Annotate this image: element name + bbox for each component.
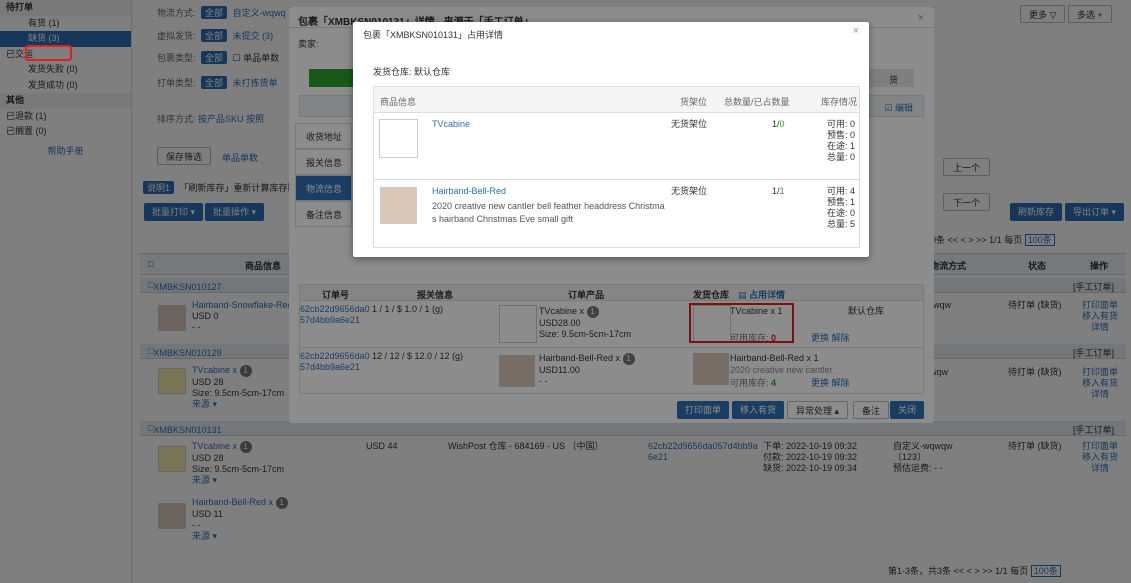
- product-image: [379, 119, 418, 158]
- presale: 预售: 1: [826, 197, 855, 207]
- col-qty: 总数量/已占数量: [724, 97, 790, 107]
- shelf: 无货架位: [671, 186, 708, 196]
- product-desc: s hairband Christmas Eve small gift: [432, 214, 574, 224]
- product-image: [380, 187, 417, 224]
- stock-info: 可用: 0 预售: 0 在途: 1 总量: 0: [822, 119, 855, 163]
- occupy-row: TVcabine 无货架位 1/0 可用: 0 预售: 0 在途: 1 总量: …: [374, 114, 859, 180]
- shelf: 无货架位: [671, 119, 708, 129]
- qty: 1/1: [772, 186, 785, 196]
- total: 总量: 5: [826, 219, 855, 229]
- available: 可用: 0: [826, 119, 855, 129]
- warehouse-label: 发货仓库: 默认仓库: [373, 67, 451, 77]
- occupy-table: 商品信息 货架位 总数量/已占数量 库存情况 TVcabine 无货架位 1/0…: [373, 86, 860, 248]
- stock-info: 可用: 4 预售: 1 在途: 0 总量: 5: [822, 186, 855, 230]
- occupy-header: 商品信息 货架位 总数量/已占数量 库存情况: [374, 87, 859, 113]
- col-stock: 库存情况: [821, 97, 858, 107]
- col-shelf: 货架位: [680, 97, 708, 107]
- qty: 1/0: [772, 119, 785, 129]
- in-transit: 在途: 0: [826, 208, 855, 218]
- product-name[interactable]: TVcabine: [432, 119, 470, 130]
- presale: 预售: 0: [826, 130, 855, 140]
- total: 总量: 0: [826, 152, 855, 162]
- col-product: 商品信息: [380, 97, 417, 107]
- modal-title: 包裹「XMBKSN010131」占用详情: [363, 30, 504, 40]
- occupy-row: Hairband-Bell-Red 2020 creative new cant…: [374, 181, 859, 247]
- close-icon[interactable]: ×: [853, 25, 859, 37]
- product-desc: 2020 creative new cantler bell feather h…: [432, 201, 665, 211]
- occupy-detail-modal: 包裹「XMBKSN010131」占用详情 × 发货仓库: 默认仓库 商品信息 货…: [353, 22, 869, 257]
- shortage-highlight: [25, 45, 72, 61]
- in-transit: 在途: 1: [826, 141, 855, 151]
- product-name[interactable]: Hairband-Bell-Red: [432, 186, 506, 197]
- available: 可用: 4: [826, 186, 855, 196]
